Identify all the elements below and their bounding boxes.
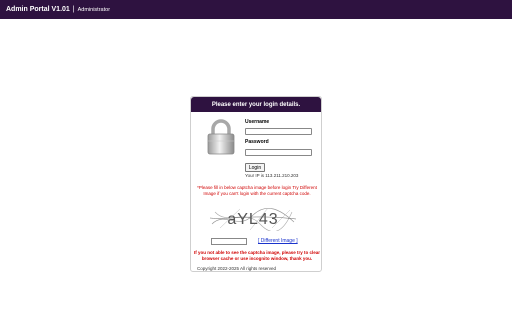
captcha-input[interactable] (211, 238, 247, 245)
header-separator: | (72, 6, 75, 13)
app-title: Admin Portal V1.01 (6, 6, 70, 13)
copyright-text: Copyright 2022-2025 All rights reserved (197, 266, 277, 271)
top-header-bar: Admin Portal V1.01 | Administrator (0, 0, 512, 19)
login-heading: Please enter your login details. (191, 97, 321, 112)
password-input[interactable] (245, 149, 312, 156)
user-role: Administrator (77, 6, 111, 13)
captcha-warning: If you not able to see the captcha image… (193, 250, 321, 261)
captcha-text: aYL43 (227, 211, 278, 228)
captcha-image: aYL43 (210, 206, 296, 231)
different-image-link[interactable]: [ Different Image ] (258, 238, 298, 244)
captcha-instructions: *Please fill in below captcha image befo… (197, 185, 317, 196)
padlock-icon (207, 119, 235, 155)
login-panel: Please enter your login details. Usernam… (190, 96, 322, 272)
login-button[interactable]: Login (245, 163, 265, 172)
password-label: Password (245, 139, 269, 145)
ip-address-text: Your IP is 113.211.210.203 (245, 173, 299, 178)
username-input[interactable] (245, 128, 312, 135)
username-label: Username (245, 119, 270, 125)
